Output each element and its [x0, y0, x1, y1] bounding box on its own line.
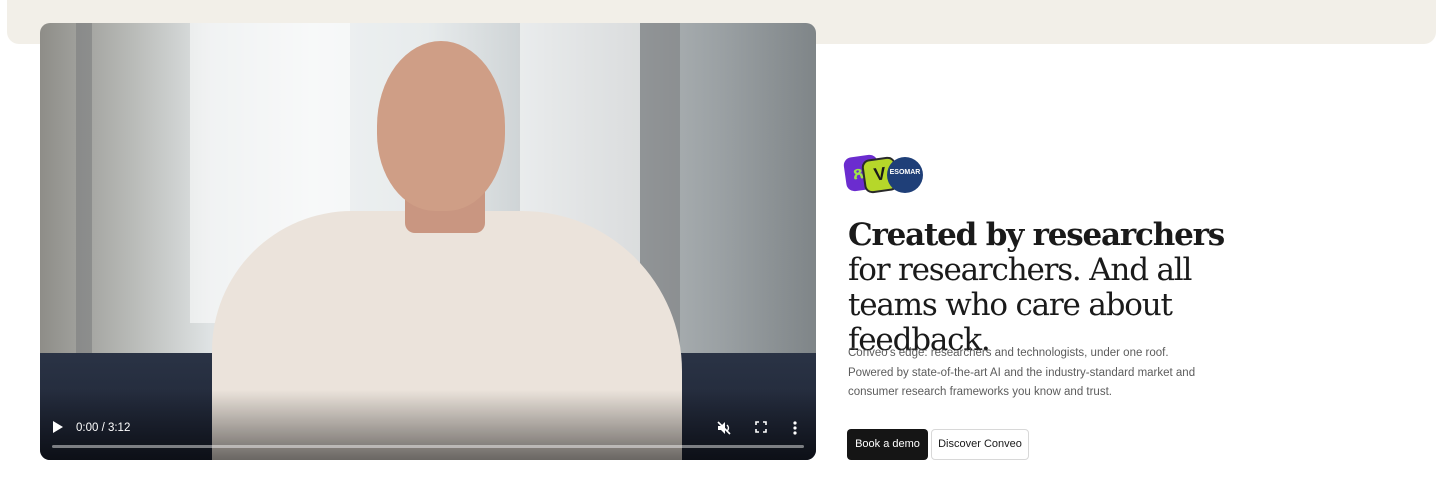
headline: Created by researchers for researchers. … [848, 218, 1268, 358]
headline-bold: Created by researchers [848, 217, 1225, 253]
fullscreen-icon[interactable] [754, 420, 768, 438]
description-line: consumer research frameworks you know an… [848, 386, 1112, 398]
description: Conveo's edge: researchers and technolog… [848, 344, 1208, 403]
discover-conveo-button[interactable]: Discover Conveo [931, 429, 1029, 460]
badges: ጸ V ESOMAR [842, 153, 925, 195]
book-demo-button[interactable]: Book a demo [847, 429, 928, 460]
play-icon[interactable] [52, 420, 66, 436]
pillar [76, 23, 92, 353]
headline-rest: for researchers. And all teams who care … [848, 252, 1192, 358]
description-line: Conveo's edge: researchers and technolog… [848, 347, 1169, 359]
person-head [377, 41, 505, 211]
video-time: 0:00 / 3:12 [76, 422, 131, 434]
video-progress-bar[interactable] [52, 445, 804, 448]
video-controls: 0:00 / 3:12 [40, 412, 816, 460]
more-vertical-icon[interactable] [792, 420, 798, 440]
video-player[interactable]: 0:00 / 3:12 [40, 23, 816, 460]
esomar-badge: ESOMAR [887, 157, 923, 193]
description-line: Powered by state-of-the-art AI and the i… [848, 366, 1196, 379]
muted-speaker-icon[interactable] [716, 420, 732, 440]
